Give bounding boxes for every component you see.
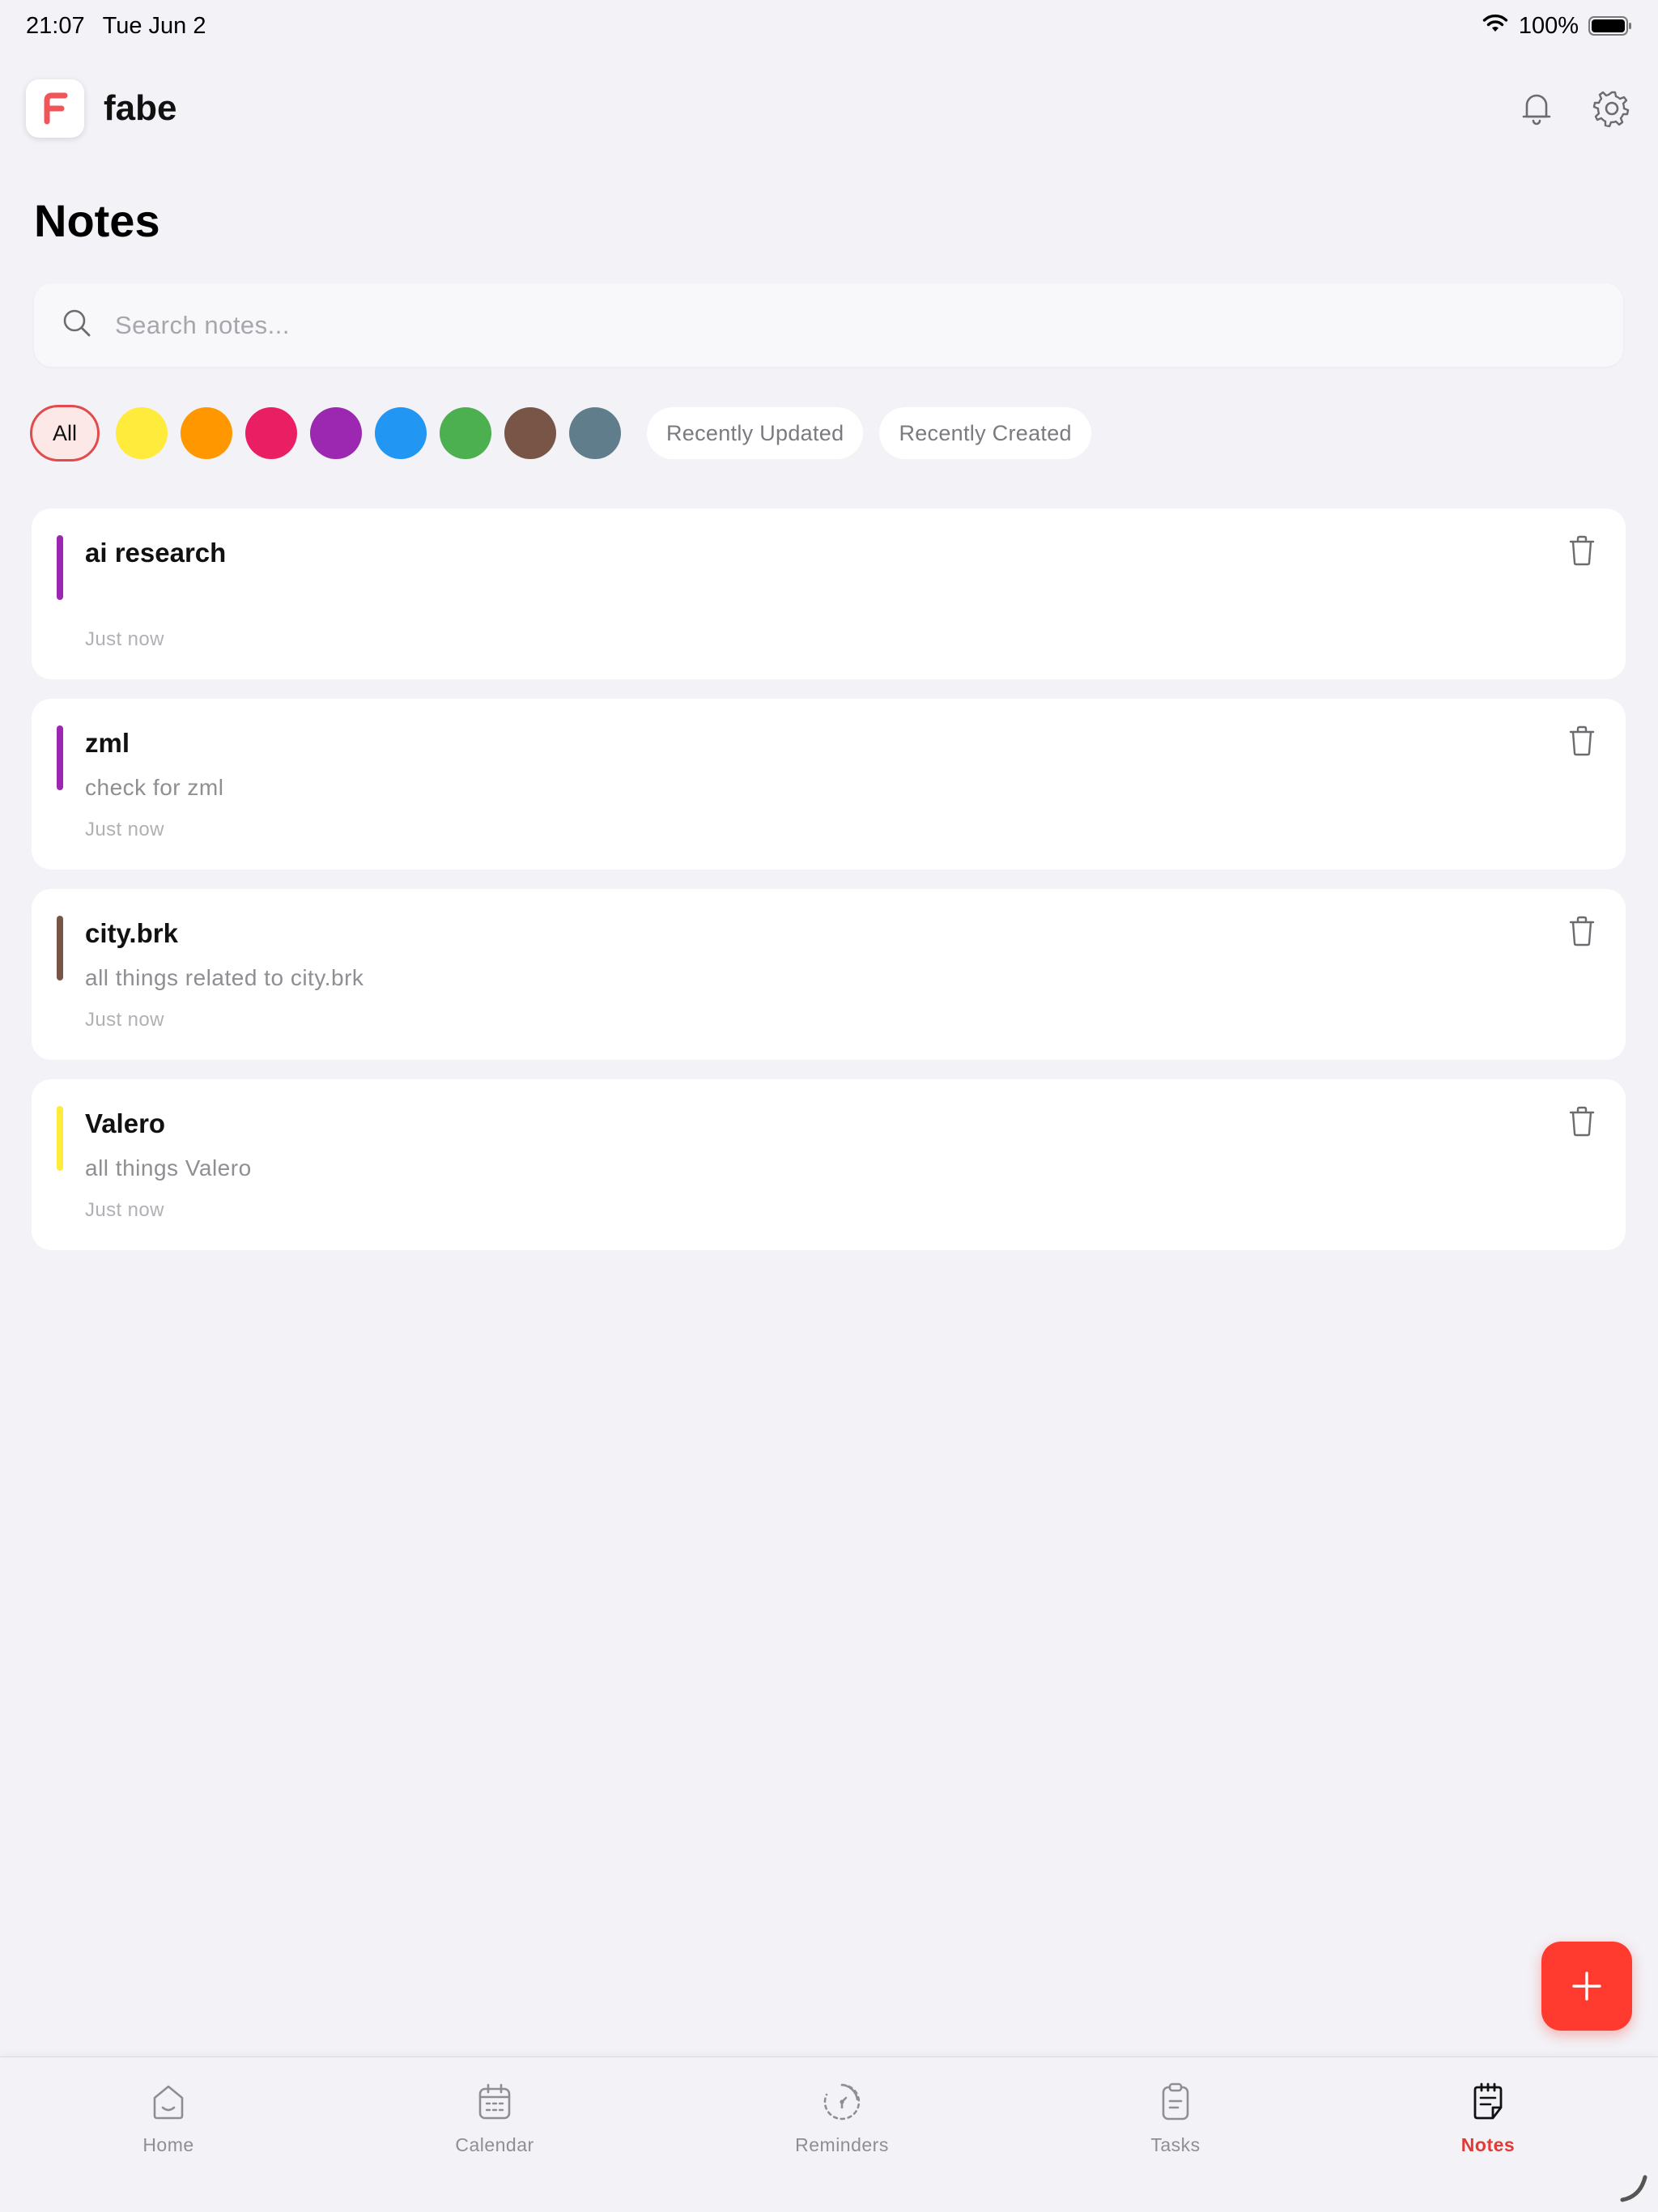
note-description: all things Valero — [85, 1155, 252, 1180]
battery-icon — [1588, 15, 1632, 36]
reminder-icon — [822, 2082, 862, 2126]
note-color-bar — [57, 1106, 63, 1171]
tab-bar: Home Calendar Reminders Tasks Notes — [0, 2057, 1658, 2212]
tab-reminders[interactable]: Reminders — [745, 2082, 939, 2156]
gear-icon[interactable] — [1592, 88, 1632, 129]
note-title: Valero — [85, 1108, 166, 1138]
note-card[interactable]: zml check for zml Just now — [32, 699, 1626, 870]
tab-home[interactable]: Home — [71, 2082, 266, 2156]
color-filter-yellow[interactable] — [116, 407, 168, 459]
tab-label: Notes — [1460, 2134, 1516, 2155]
search-box[interactable] — [34, 283, 1623, 367]
note-card[interactable]: city.brk all things related to city.brk … — [32, 889, 1626, 1060]
status-right: 100% — [1482, 12, 1632, 40]
home-icon — [149, 2082, 188, 2126]
note-description: check for zml — [85, 775, 224, 800]
battery-percent: 100% — [1518, 12, 1579, 39]
plus-icon — [1572, 1972, 1601, 2001]
calendar-icon — [475, 2082, 514, 2126]
status-time: 21:07 — [26, 12, 85, 39]
note-timestamp: Just now — [85, 628, 164, 650]
filter-bar: All Recently Updated Recently Created — [30, 405, 1091, 462]
tab-calendar[interactable]: Calendar — [397, 2082, 592, 2156]
note-color-bar — [57, 916, 63, 981]
status-bar: 21:07 Tue Jun 2 100% — [0, 0, 1658, 52]
note-title: city.brk — [85, 918, 178, 948]
note-color-bar — [57, 725, 63, 790]
trash-icon[interactable] — [1567, 534, 1596, 567]
clipboard-icon — [1156, 2082, 1195, 2126]
tab-tasks[interactable]: Tasks — [1078, 2082, 1273, 2156]
color-filter-orange[interactable] — [181, 407, 232, 459]
note-description: all things related to city.brk — [85, 965, 364, 990]
notes-list: ai research Just now zml check for zml J… — [32, 508, 1626, 1250]
app-name: fabe — [104, 88, 177, 128]
logo-f-icon — [44, 92, 68, 125]
trash-icon[interactable] — [1567, 725, 1596, 757]
note-card[interactable]: Valero all things Valero Just now — [32, 1079, 1626, 1250]
note-timestamp: Just now — [85, 1009, 164, 1031]
corner-handle-icon — [1618, 2171, 1650, 2207]
page-title: Notes — [34, 195, 160, 246]
filter-all-chip[interactable]: All — [30, 405, 100, 462]
note-color-bar — [57, 535, 63, 600]
color-filter-gray[interactable] — [569, 407, 621, 459]
header-actions — [1517, 88, 1632, 129]
bell-icon[interactable] — [1517, 89, 1556, 128]
sort-recently-updated[interactable]: Recently Updated — [647, 407, 864, 459]
color-filter-green[interactable] — [440, 407, 491, 459]
app-header: fabe — [26, 78, 1632, 139]
status-left: 21:07 Tue Jun 2 — [26, 13, 206, 40]
tab-label: Reminders — [795, 2134, 889, 2155]
color-filter-blue[interactable] — [375, 407, 427, 459]
color-filter-brown[interactable] — [504, 407, 556, 459]
trash-icon[interactable] — [1567, 915, 1596, 947]
note-timestamp: Just now — [85, 1199, 164, 1221]
notes-icon — [1469, 2082, 1507, 2126]
color-filter-pink[interactable] — [245, 407, 297, 459]
tab-label: Calendar — [455, 2134, 534, 2155]
brand: fabe — [26, 79, 176, 138]
add-note-button[interactable] — [1541, 1942, 1632, 2031]
note-title: zml — [85, 728, 130, 758]
search-input[interactable] — [115, 310, 1572, 340]
tab-label: Tasks — [1150, 2134, 1201, 2155]
app-logo — [26, 79, 84, 138]
note-title: ai research — [85, 538, 227, 568]
tab-notes[interactable]: Notes — [1391, 2082, 1585, 2156]
note-card[interactable]: ai research Just now — [32, 508, 1626, 679]
wifi-icon — [1482, 12, 1509, 40]
tab-label: Home — [142, 2134, 194, 2155]
sort-recently-created[interactable]: Recently Created — [879, 407, 1091, 459]
note-timestamp: Just now — [85, 819, 164, 840]
color-filter-purple[interactable] — [310, 407, 362, 459]
status-date: Tue Jun 2 — [102, 12, 206, 39]
trash-icon[interactable] — [1567, 1105, 1596, 1138]
search-icon — [62, 308, 92, 342]
